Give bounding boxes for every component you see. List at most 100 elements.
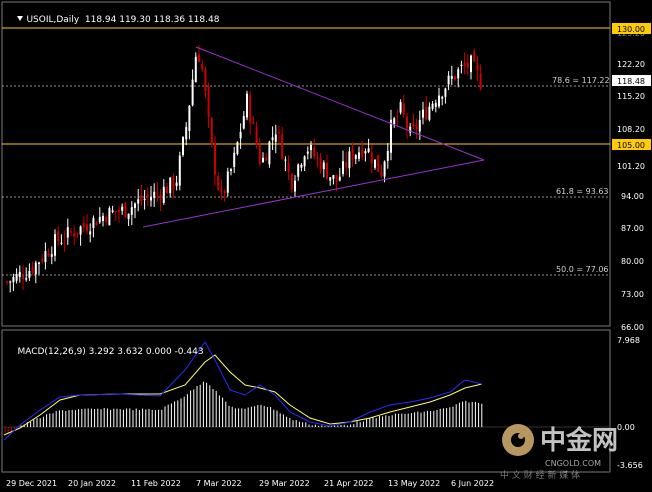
candle-body [450,76,453,79]
candle-body [239,131,242,139]
candle-body [348,151,351,169]
candle-body [191,79,194,106]
candle-body [271,137,274,141]
time-tick-6: 21 Apr 2022 [324,479,373,488]
candle-body [303,156,306,167]
candle-body [60,242,63,244]
candle-body [460,64,463,66]
macd-axis-bottom: -3.656 [617,461,643,470]
current-price-label: 118.48 [617,77,645,86]
candle-body [162,186,165,203]
candle-body [15,273,18,281]
chevron-down-icon[interactable] [17,16,24,21]
candle-body [380,171,383,177]
candle-body [338,176,341,181]
candle-body [201,64,204,70]
candle-body [306,151,309,154]
price-tick-8: 73.00 [621,290,644,299]
candle-body [178,155,181,186]
candle-body [92,218,95,229]
candle-body [217,175,220,190]
candle-body [114,211,117,213]
symbol-header[interactable]: USOIL,Daily 118.94 119.30 118.36 118.48 [6,4,219,37]
candle-body [322,162,325,170]
candle-body [297,164,300,177]
price-chart-canvas[interactable]: 78.6 = 117.22 61.8 = 93.63 50.0 = 77.06 … [0,0,652,492]
candle-body [278,132,280,134]
candle-body [396,116,399,118]
price-tick-1: 122.20 [617,60,645,69]
candle-body [153,191,156,199]
candle-body [118,210,120,213]
candle-body [207,86,210,118]
candle-body [220,188,223,192]
candle-body [361,148,364,158]
candle-body [441,96,444,99]
trading-terminal: 78.6 = 117.22 61.8 = 93.63 50.0 = 77.06 … [0,0,652,492]
lower-trendline[interactable] [142,159,485,228]
candle-body [242,116,245,129]
main-chart-frame [1,1,611,327]
price-tick-6: 87.00 [621,224,644,233]
candle-body [415,124,418,130]
candle-body [121,206,124,211]
fib-618-label: 61.8 = 93.63 [556,187,609,196]
candle-body [172,176,175,190]
candle-body [358,152,360,159]
resistance-price-label: 130.00 [617,25,645,34]
candle-body [124,203,127,218]
candle-body [390,119,392,153]
candle-body [70,231,72,233]
candle-body [111,210,114,212]
price-tick-4: 101.20 [617,162,645,171]
candle-body [364,151,367,154]
ohlc-values: 118.94 119.30 118.36 118.48 [84,15,220,25]
candle-body [354,155,357,159]
macd-header[interactable]: MACD(12,26,9) 3.292 3.632 0.000 -0.443 [6,336,204,369]
candle-body [159,194,162,200]
candle-body [140,195,143,202]
candle-body [79,226,82,235]
macd-axis-top: 7.968 [617,336,640,345]
candle-body [76,232,79,234]
candle-body [204,69,207,91]
watermark-brand: 中金网 [540,425,618,456]
candle-body [210,118,213,145]
candle-body [422,109,424,118]
candle-body [300,164,303,168]
macd-label: MACD(12,26,9) 3.292 3.632 0.000 -0.443 [17,347,204,357]
candle-body [166,186,168,194]
candle-body [319,157,322,171]
price-axis: 129.20 122.20 115.20 108.20 101.20 94.00… [617,29,645,332]
candle-body [335,174,338,183]
upper-trendline[interactable] [195,46,485,161]
candle-body [351,148,354,161]
candle-body [95,222,98,226]
candle-body [66,227,69,238]
candle-body [169,177,172,194]
candle-body [38,262,40,264]
candle-body [233,152,236,168]
candle-body [386,150,389,161]
candle-body [105,217,108,223]
fib-786-label: 78.6 = 117.22 [552,76,610,85]
candle-body [313,147,316,157]
candle-body [431,103,434,109]
candle-body [73,233,76,237]
fib-500-label: 50.0 = 77.06 [556,265,609,274]
candlestick-series [6,45,482,293]
candle-body [44,251,47,263]
candle-body [258,144,261,164]
time-tick-2: 20 Jan 2022 [68,479,116,488]
candle-body [108,208,111,226]
watermark-slogan: 中 文 财 经 新 媒 体 [500,469,580,481]
candle-body [236,142,239,154]
candle-body [377,155,380,172]
time-tick-4: 7 Mar 2022 [196,479,242,488]
candle-body [438,95,440,107]
candle-body [226,171,229,193]
candle-body [252,122,255,124]
macd-axis-mid: 0.00 [617,423,635,432]
candle-body [41,259,44,262]
candle-body [194,56,197,83]
